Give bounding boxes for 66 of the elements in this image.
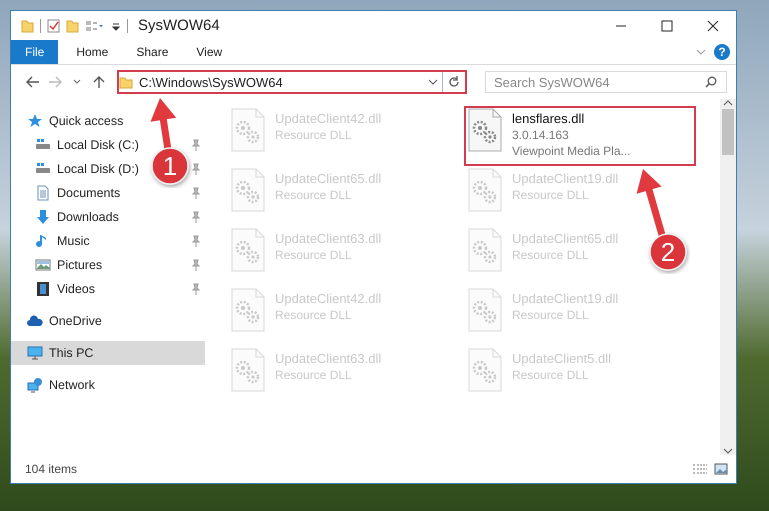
sidebar-item[interactable]: Local Disk (C:)	[35, 134, 139, 156]
gear-file-icon	[231, 348, 265, 392]
dropdown-caret-icon[interactable]	[428, 79, 438, 85]
gear-file-icon	[231, 228, 265, 272]
monitor-icon	[27, 345, 43, 361]
file-menu-tab[interactable]: File	[11, 40, 58, 64]
folder-icon	[119, 76, 133, 88]
sidebar-item[interactable]: Pictures	[35, 254, 102, 276]
address-bar[interactable]: C:\Windows\SysWOW64	[117, 70, 467, 94]
network-icon	[27, 377, 43, 393]
view-options-icon[interactable]	[85, 18, 105, 32]
ribbon-tab[interactable]: Share	[122, 40, 182, 64]
cloud-icon	[27, 313, 43, 329]
document-icon	[35, 185, 51, 201]
sidebar-item[interactable]: Downloads	[35, 206, 119, 228]
item-count: 104 items	[25, 462, 78, 476]
file-item[interactable]: lensflares.dll 3.0.14.163 Viewpoint Media Pla...	[464, 106, 696, 166]
star-icon	[27, 113, 43, 129]
recent-caret-icon[interactable]	[73, 79, 81, 85]
maximize-icon	[661, 20, 673, 32]
refresh-icon[interactable]	[448, 76, 460, 88]
sidebar-item[interactable]: Music	[35, 230, 90, 252]
step-number-badge: 2	[649, 233, 687, 271]
gear-file-icon	[468, 288, 502, 332]
search-field[interactable]: Search SysWOW64	[485, 71, 727, 93]
gear-file-icon	[468, 348, 502, 392]
scroll-down-icon[interactable]	[723, 447, 733, 455]
sidebar-item[interactable]: Videos	[35, 278, 95, 300]
gear-file-icon	[231, 108, 265, 152]
sidebar-item[interactable]: Quick access	[27, 110, 124, 132]
back-arrow-icon[interactable]	[26, 76, 40, 88]
window-title: SysWOW64	[138, 17, 221, 34]
ribbon-tab[interactable]: View	[182, 40, 236, 64]
scrollbar[interactable]	[720, 99, 736, 455]
large-icons-view-icon[interactable]	[714, 463, 728, 475]
expand-ribbon-icon[interactable]	[696, 48, 706, 56]
up-arrow-icon[interactable]	[93, 75, 105, 89]
pin-icon[interactable]	[191, 187, 201, 199]
sidebar-item[interactable]: Local Disk (D:)	[35, 158, 139, 180]
pin-icon[interactable]	[191, 235, 201, 247]
scroll-thumb[interactable]	[722, 109, 734, 155]
gear-file-icon	[468, 228, 502, 272]
close-icon	[707, 20, 719, 32]
properties-icon[interactable]	[47, 18, 60, 32]
down-arrow-icon	[35, 209, 51, 225]
step-number-badge: 1	[151, 147, 189, 185]
pin-icon[interactable]	[191, 259, 201, 271]
gear-file-icon	[468, 108, 502, 152]
film-icon	[35, 281, 51, 297]
gear-file-icon	[468, 168, 502, 212]
sidebar-item[interactable]: OneDrive	[27, 310, 102, 332]
help-button[interactable]: ?	[714, 44, 730, 60]
pin-icon[interactable]	[191, 283, 201, 295]
ribbon-tab[interactable]: Home	[62, 40, 122, 64]
pin-icon[interactable]	[191, 211, 201, 223]
pointer-arrow	[636, 169, 666, 238]
details-view-icon[interactable]	[692, 463, 708, 475]
scroll-up-icon[interactable]	[723, 99, 733, 107]
picture-icon	[35, 257, 51, 273]
sidebar-item[interactable]: Documents	[35, 182, 120, 204]
pin-icon[interactable]	[191, 139, 201, 151]
gear-file-icon	[231, 288, 265, 332]
sidebar-item[interactable]: This PC	[27, 342, 94, 364]
pin-icon[interactable]	[191, 163, 201, 175]
sidebar-item[interactable]: Network	[27, 374, 95, 396]
gear-file-icon	[231, 168, 265, 212]
